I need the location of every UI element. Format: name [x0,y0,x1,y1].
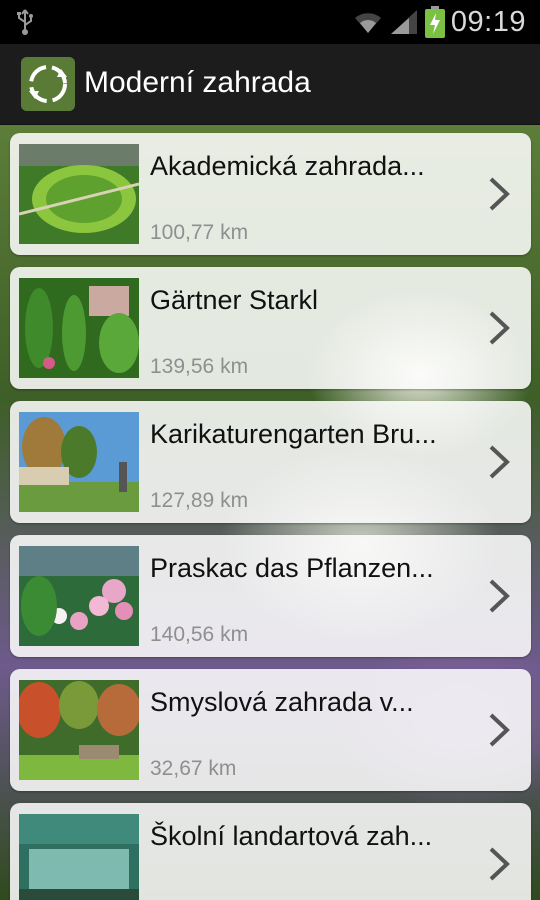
clock: 09:19 [450,5,526,38]
chevron-right-icon [489,311,510,345]
list-item[interactable]: Karikaturengarten Bru... 127,89 km [10,401,531,523]
status-bar: 09:19 [0,0,540,44]
recycle-garden-icon[interactable] [21,57,75,111]
garden-thumbnail [19,412,139,512]
chevron-right-icon [489,713,510,747]
item-title: Akademická zahrada... [150,151,425,181]
list-item[interactable]: Školní landartová zah... [10,803,531,900]
item-distance: 140,56 km [150,623,249,646]
garden-thumbnail [19,546,139,646]
signal-icon [390,10,417,34]
list-item[interactable]: Smyslová zahrada v... 32,67 km [10,669,531,791]
list-item[interactable]: Praskac das Pflanzen... 140,56 km [10,535,531,657]
garden-thumbnail [19,278,139,378]
item-title: Praskac das Pflanzen... [150,553,434,583]
action-bar: Moderní zahrada [0,44,540,125]
item-title: Školní landartová zah... [150,821,433,851]
item-title: Gärtner Starkl [150,285,319,315]
item-distance: 127,89 km [150,489,249,512]
usb-icon [17,9,33,35]
page-title: Moderní zahrada [84,66,311,99]
item-distance: 139,56 km [150,355,249,378]
chevron-right-icon [489,847,510,881]
chevron-right-icon [489,445,510,479]
item-distance: 100,77 km [150,221,249,244]
item-distance: 32,67 km [150,757,237,780]
battery-charging-icon [424,6,445,38]
item-title: Smyslová zahrada v... [150,687,414,717]
chevron-right-icon [489,579,510,613]
wifi-icon [354,13,381,33]
list-item[interactable]: Gärtner Starkl 139,56 km [10,267,531,389]
chevron-right-icon [489,177,510,211]
garden-list[interactable]: Akademická zahrada... 100,77 km Gärtner … [0,125,540,900]
garden-thumbnail [19,680,139,780]
garden-thumbnail [19,144,139,244]
garden-thumbnail [19,814,139,900]
list-item[interactable]: Akademická zahrada... 100,77 km [10,133,531,255]
item-title: Karikaturengarten Bru... [150,419,437,449]
